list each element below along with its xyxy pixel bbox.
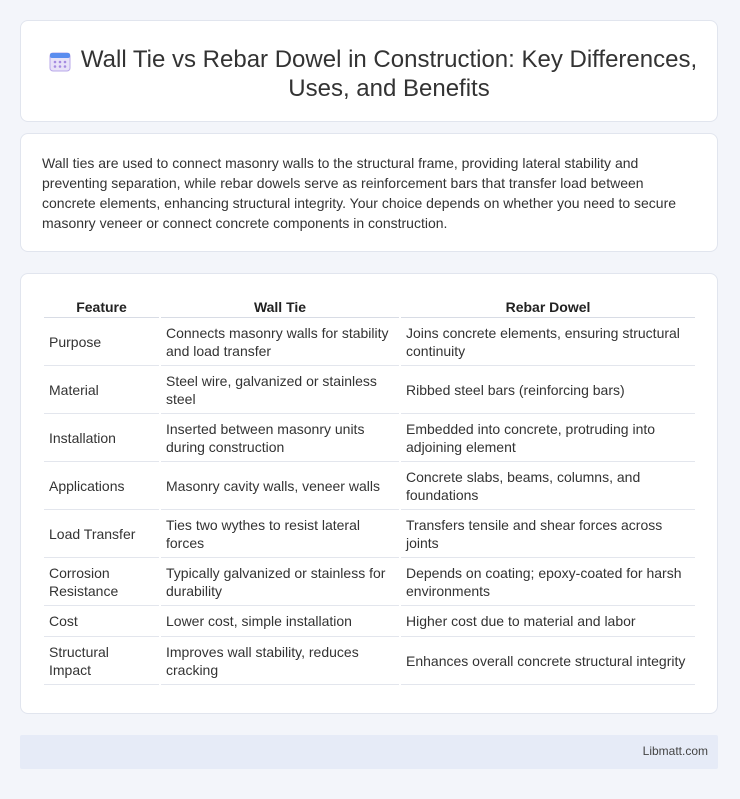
cell-rebar-dowel: Ribbed steel bars (reinforcing bars) [401, 366, 695, 414]
cell-rebar-dowel: Transfers tensile and shear forces acros… [401, 510, 695, 558]
cell-wall-tie: Typically galvanized or stainless for du… [161, 558, 399, 606]
cell-wall-tie: Masonry cavity walls, veneer walls [161, 462, 399, 510]
page-title: Wall Tie vs Rebar Dowel in Construction:… [80, 46, 698, 102]
header-feature: Feature [44, 296, 159, 318]
table-row: Corrosion Resistance Typically galvanize… [44, 558, 695, 606]
header-wall-tie: Wall Tie [161, 296, 399, 318]
cell-wall-tie: Inserted between masonry units during co… [161, 414, 399, 462]
table-card: Feature Wall Tie Rebar Dowel Purpose Con… [20, 273, 718, 714]
cell-rebar-dowel: Embedded into concrete, protruding into … [401, 414, 695, 462]
table-row: Structural Impact Improves wall stabilit… [44, 637, 695, 685]
cell-rebar-dowel: Joins concrete elements, ensuring struct… [401, 318, 695, 366]
intro-card: Wall ties are used to connect masonry wa… [20, 133, 718, 252]
cell-feature: Load Transfer [44, 510, 159, 558]
header-rebar-dowel: Rebar Dowel [401, 296, 695, 318]
table-row: Load Transfer Ties two wythes to resist … [44, 510, 695, 558]
cell-wall-tie: Lower cost, simple installation [161, 606, 399, 637]
cell-feature: Structural Impact [44, 637, 159, 685]
table-row: Applications Masonry cavity walls, venee… [44, 462, 695, 510]
title-wrap: Wall Tie vs Rebar Dowel in Construction:… [21, 45, 717, 103]
cell-wall-tie: Ties two wythes to resist lateral forces [161, 510, 399, 558]
table-row: Material Steel wire, galvanized or stain… [44, 366, 695, 414]
cell-feature: Material [44, 366, 159, 414]
cell-rebar-dowel: Enhances overall concrete structural int… [401, 637, 695, 685]
cell-wall-tie: Connects masonry walls for stability and… [161, 318, 399, 366]
footer-brand: Libmatt.com [642, 744, 708, 758]
calendar-icon [49, 52, 71, 72]
cell-feature: Purpose [44, 318, 159, 366]
cell-feature: Installation [44, 414, 159, 462]
intro-paragraph: Wall ties are used to connect masonry wa… [42, 155, 677, 231]
comparison-table: Feature Wall Tie Rebar Dowel Purpose Con… [42, 296, 697, 685]
cell-rebar-dowel: Depends on coating; epoxy-coated for har… [401, 558, 695, 606]
cell-feature: Corrosion Resistance [44, 558, 159, 606]
table-row: Installation Inserted between masonry un… [44, 414, 695, 462]
cell-feature: Cost [44, 606, 159, 637]
table-row: Purpose Connects masonry walls for stabi… [44, 318, 695, 366]
cell-wall-tie: Improves wall stability, reduces crackin… [161, 637, 399, 685]
title-card: Wall Tie vs Rebar Dowel in Construction:… [20, 20, 718, 122]
table-header-row: Feature Wall Tie Rebar Dowel [44, 296, 695, 318]
cell-feature: Applications [44, 462, 159, 510]
cell-wall-tie: Steel wire, galvanized or stainless stee… [161, 366, 399, 414]
cell-rebar-dowel: Concrete slabs, beams, columns, and foun… [401, 462, 695, 510]
table-row: Cost Lower cost, simple installation Hig… [44, 606, 695, 637]
cell-rebar-dowel: Higher cost due to material and labor [401, 606, 695, 637]
footer: Libmatt.com [20, 735, 718, 769]
